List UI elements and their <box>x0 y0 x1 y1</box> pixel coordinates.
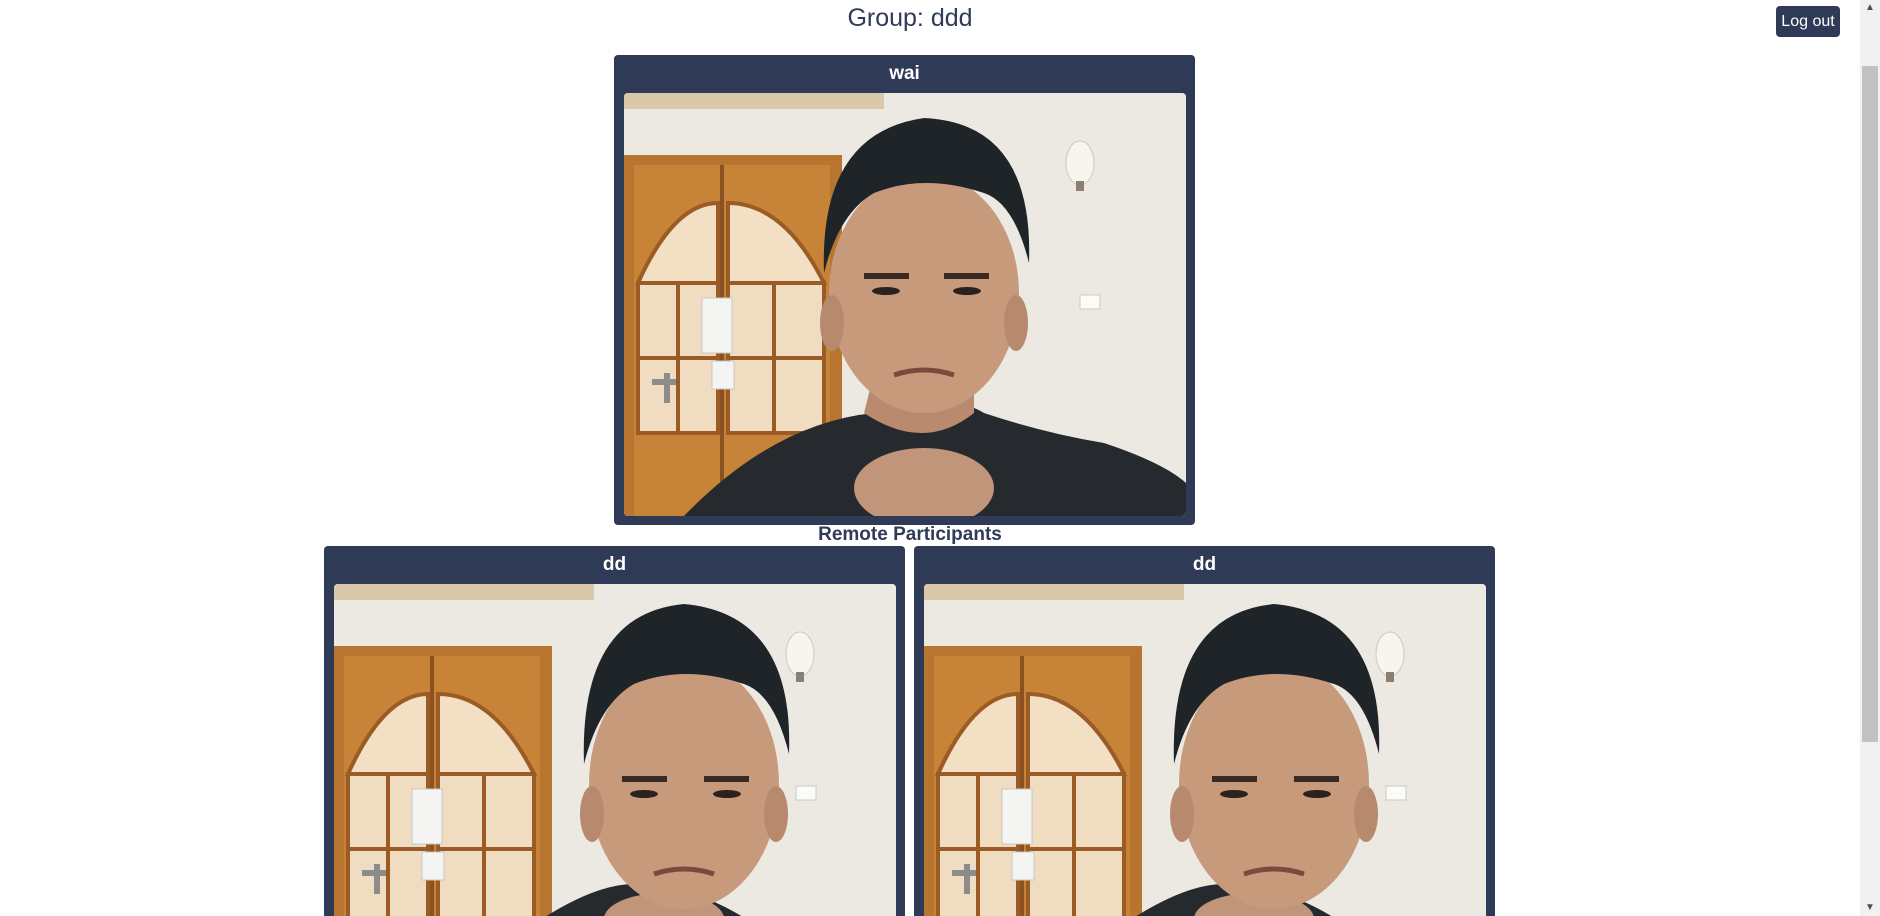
video-frame <box>624 93 1186 516</box>
remote-participant-tile: dd <box>324 546 905 916</box>
scroll-down-arrow-icon[interactable]: ▼ <box>1860 900 1880 916</box>
remote-participant-tile: dd <box>914 546 1495 916</box>
page-scrollbar[interactable]: ▲ ▼ <box>1860 0 1880 916</box>
participant-video <box>334 584 896 916</box>
scroll-up-arrow-icon[interactable]: ▲ <box>1860 0 1880 16</box>
video-frame <box>924 584 1486 916</box>
participant-name: dd <box>1192 554 1217 575</box>
scrollbar-thumb[interactable] <box>1862 66 1878 742</box>
remote-participants-heading: Remote Participants <box>818 524 1002 545</box>
group-title: Group: ddd <box>847 4 973 32</box>
participant-name: dd <box>602 554 627 575</box>
participant-video <box>624 93 1186 516</box>
logout-button[interactable]: Log out <box>1776 6 1840 37</box>
participant-name: wai <box>889 63 920 84</box>
video-frame <box>334 584 896 916</box>
local-participant-tile: wai <box>614 55 1195 525</box>
video-group-page: Group: ddd Log out wai Remote Participan… <box>0 0 1880 916</box>
participant-video <box>924 584 1486 916</box>
